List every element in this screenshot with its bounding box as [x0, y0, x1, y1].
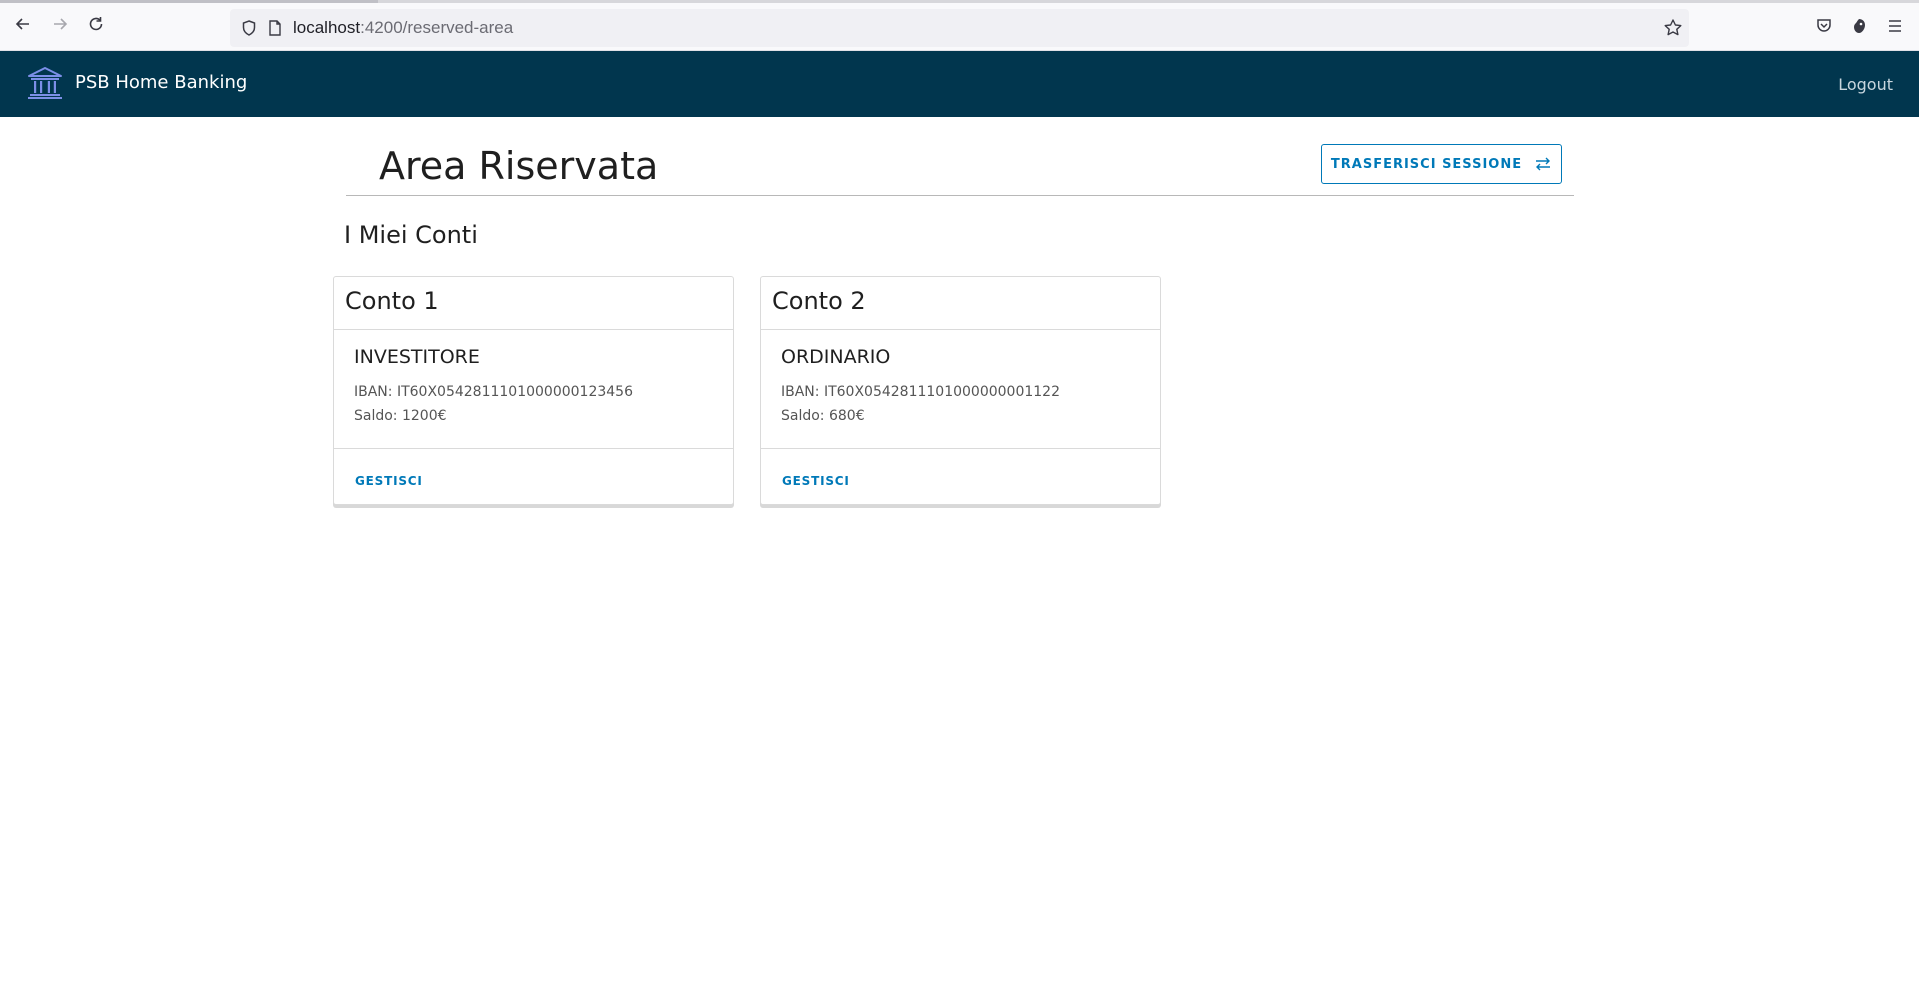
- manage-account-button[interactable]: GESTISCI: [355, 474, 423, 488]
- account-balance: Saldo: 680€: [781, 408, 865, 424]
- page-title: Area Riservata: [379, 144, 659, 188]
- browser-toolbar: localhost:4200/reserved-area: [0, 0, 1919, 51]
- section-title: I Miei Conti: [344, 221, 478, 249]
- menu-icon[interactable]: [1886, 17, 1904, 35]
- reload-icon[interactable]: [84, 12, 108, 36]
- account-type: ORDINARIO: [781, 346, 891, 368]
- transfer-session-button[interactable]: TRASFERISCI SESSIONE: [1321, 144, 1562, 184]
- transfer-session-label: TRASFERISCI SESSIONE: [1330, 156, 1523, 172]
- account-name: Conto 1: [334, 277, 733, 330]
- bookmark-star-icon[interactable]: [1663, 18, 1683, 38]
- manage-account-button[interactable]: GESTISCI: [782, 474, 850, 488]
- account-balance: Saldo: 1200€: [354, 408, 447, 424]
- title-divider: [346, 195, 1574, 196]
- account-iban: IBAN: IT60X0542811101000000123456: [354, 384, 633, 400]
- brand-title[interactable]: PSB Home Banking: [75, 72, 247, 93]
- shield-icon[interactable]: [240, 19, 258, 37]
- account-card: Conto 2 ORDINARIO IBAN: IT60X05428111010…: [760, 276, 1161, 505]
- account-type: INVESTITORE: [354, 346, 480, 368]
- account-card: Conto 1 INVESTITORE IBAN: IT60X054281110…: [333, 276, 734, 505]
- pocket-icon[interactable]: [1815, 17, 1833, 35]
- account-card-footer: GESTISCI: [761, 449, 1160, 505]
- back-icon[interactable]: [11, 12, 35, 36]
- app-header: PSB Home Banking Logout: [0, 51, 1919, 117]
- url-text[interactable]: localhost:4200/reserved-area: [293, 18, 513, 38]
- account-name: Conto 2: [761, 277, 1160, 330]
- address-bar[interactable]: localhost:4200/reserved-area: [230, 9, 1689, 47]
- account-iban: IBAN: IT60X0542811101000000001122: [781, 384, 1060, 400]
- bank-icon: [28, 67, 62, 99]
- tab-strip: [0, 0, 1919, 3]
- page-icon: [269, 20, 281, 36]
- forward-icon[interactable]: [48, 12, 72, 36]
- transfer-arrows-icon: [1536, 157, 1551, 171]
- account-card-footer: GESTISCI: [334, 449, 733, 505]
- logout-link[interactable]: Logout: [1838, 75, 1893, 94]
- extension-icon[interactable]: [1850, 17, 1868, 35]
- account-details: INVESTITORE IBAN: IT60X05428111010000001…: [334, 330, 733, 449]
- account-details: ORDINARIO IBAN: IT60X0542811101000000001…: [761, 330, 1160, 449]
